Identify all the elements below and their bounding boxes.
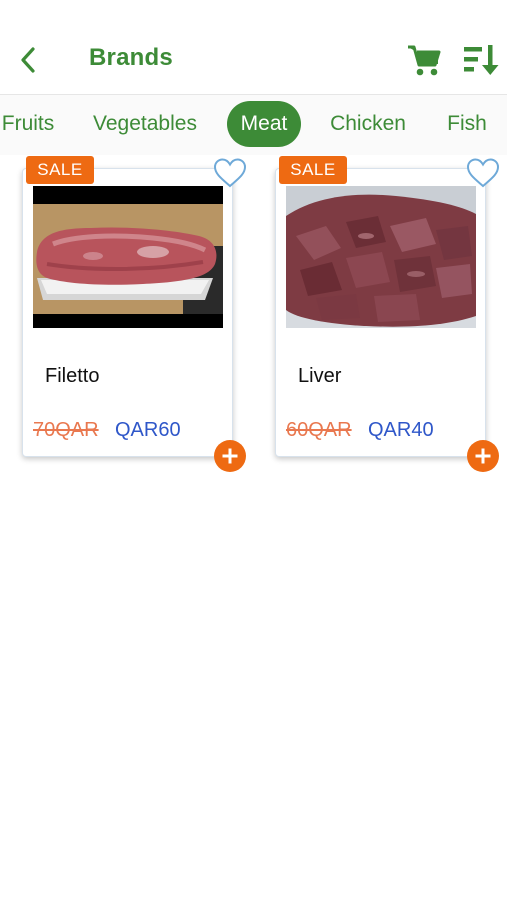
sale-price: QAR60 xyxy=(115,419,181,441)
sale-price: QAR40 xyxy=(368,419,434,441)
chevron-left-icon xyxy=(21,47,35,73)
sale-badge: SALE xyxy=(26,156,94,184)
product-image xyxy=(33,186,223,328)
sale-badge: SALE xyxy=(279,156,347,184)
add-to-cart-button[interactable] xyxy=(467,440,499,472)
category-tabs: Fruits Vegetables Meat Chicken Fish xyxy=(0,95,507,155)
heart-icon xyxy=(466,158,500,188)
product-name: Liver xyxy=(298,365,342,387)
tab-vegetables[interactable]: Vegetables xyxy=(82,101,208,147)
favorite-button[interactable] xyxy=(465,157,501,189)
app-header: Brands xyxy=(0,0,507,95)
original-price: 60QAR xyxy=(286,419,352,441)
sort-button[interactable] xyxy=(460,41,502,79)
plus-icon xyxy=(475,448,491,464)
original-price: 70QAR xyxy=(33,419,99,441)
tab-meat[interactable]: Meat xyxy=(227,101,301,147)
tab-fruits[interactable]: Fruits xyxy=(0,101,64,147)
cart-icon xyxy=(408,45,441,76)
product-image xyxy=(286,186,476,328)
product-name: Filetto xyxy=(45,365,100,387)
page-title: Brands xyxy=(89,44,173,71)
add-to-cart-button[interactable] xyxy=(214,440,246,472)
sort-icon xyxy=(464,45,499,75)
product-card-liver[interactable]: SALE Liver 60QAR QAR40 xyxy=(275,156,500,472)
favorite-button[interactable] xyxy=(212,157,248,189)
heart-icon xyxy=(213,158,247,188)
cart-button[interactable] xyxy=(404,41,444,79)
back-button[interactable] xyxy=(14,44,42,76)
tab-chicken[interactable]: Chicken xyxy=(320,101,416,147)
tab-fish[interactable]: Fish xyxy=(440,101,494,147)
product-card-filetto[interactable]: SALE Filetto 70QAR QAR60 xyxy=(22,156,247,472)
plus-icon xyxy=(222,448,238,464)
